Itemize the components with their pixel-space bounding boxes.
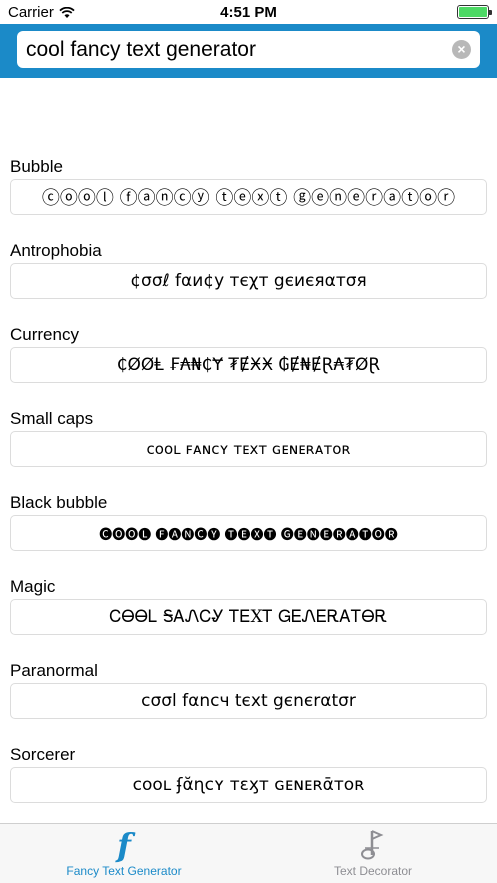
tab-fancy-text-generator[interactable]: f Fancy Text Generator (0, 824, 248, 883)
style-name: Magic (10, 577, 56, 596)
style-output[interactable]: ᏟᎾᎾᏞ ᎦᎪᏁᏟᎽ ᎢᎬXᎢ ᏀᎬᏁᎬᎡᎪᎢᎾᎡ (10, 599, 487, 635)
styles-list: Bubble ⓒⓞⓞⓛ ⓕⓐⓝⓒⓨ ⓣⓔⓧⓣ ⓖⓔⓝⓔⓡⓐⓣⓞⓡ Antroph… (0, 78, 497, 823)
decorator-icon (249, 828, 497, 862)
tab-bar: f Fancy Text Generator Text Decorator (0, 823, 497, 883)
search-bar: × (0, 24, 497, 78)
clear-icon[interactable]: × (452, 40, 471, 59)
search-input[interactable] (26, 31, 446, 68)
style-section-paranormal: Paranormal cσσl fαncч tєхt gєnєrαtσr (0, 661, 497, 745)
style-name: Small caps (10, 409, 94, 428)
style-section-small-caps: Small caps ᴄᴏᴏʟ ꜰᴀɴᴄʏ ᴛᴇxᴛ ɢᴇɴᴇʀᴀᴛᴏʀ (0, 409, 497, 493)
style-section-sorcerer: Sorcerer ᴄᴏᴏʟ ʄᾰɳᴄʏ ᴛɛӽᴛ ɢᴇɴᴇʀᾱᴛᴏʀ (0, 745, 497, 823)
style-name: Black bubble (10, 493, 108, 512)
style-output[interactable]: ₵ØØⱠ ₣₳₦₵Ɏ ₮ɆӾӾ ₲Ɇ₦ɆⱤ₳₮ØⱤ (10, 347, 487, 383)
style-section-magic: Magic ᏟᎾᎾᏞ ᎦᎪᏁᏟᎽ ᎢᎬXᎢ ᏀᎬᏁᎬᎡᎪᎢᎾᎡ (0, 577, 497, 661)
style-name: Paranormal (10, 661, 98, 680)
fancy-f-icon: f (117, 826, 131, 864)
style-output[interactable]: cσσl fαncч tєхt gєnєrαtσr (10, 683, 487, 719)
style-name: Currency (10, 325, 79, 344)
tab-text-decorator[interactable]: Text Decorator (249, 824, 497, 883)
search-box: × (17, 31, 480, 68)
status-bar: Carrier 4:51 PM (0, 0, 497, 24)
style-output[interactable]: 🅒🅞🅞🅛 🅕🅐🅝🅒🅨 🅣🅔🅧🅣 🅖🅔🅝🅔🅡🅐🅣🅞🅡 (10, 515, 487, 551)
style-name: Sorcerer (10, 745, 76, 764)
style-section-bubble: Bubble ⓒⓞⓞⓛ ⓕⓐⓝⓒⓨ ⓣⓔⓧⓣ ⓖⓔⓝⓔⓡⓐⓣⓞⓡ (0, 157, 497, 241)
style-name: Bubble (10, 157, 63, 176)
style-section-black-bubble: Black bubble 🅒🅞🅞🅛 🅕🅐🅝🅒🅨 🅣🅔🅧🅣 🅖🅔🅝🅔🅡🅐🅣🅞🅡 (0, 493, 497, 577)
style-name: Antrophobia (10, 241, 102, 260)
battery-icon (457, 5, 492, 19)
style-output[interactable]: ⓒⓞⓞⓛ ⓕⓐⓝⓒⓨ ⓣⓔⓧⓣ ⓖⓔⓝⓔⓡⓐⓣⓞⓡ (10, 179, 487, 215)
style-section-currency: Currency ₵ØØⱠ ₣₳₦₵Ɏ ₮ɆӾӾ ₲Ɇ₦ɆⱤ₳₮ØⱤ (0, 325, 497, 409)
tab-label: Fancy Text Generator (66, 864, 182, 878)
tab-label: Text Decorator (333, 864, 413, 878)
style-output[interactable]: ᴄᴏᴏʟ ʄᾰɳᴄʏ ᴛɛӽᴛ ɢᴇɴᴇʀᾱᴛᴏʀ (10, 767, 487, 803)
style-section-antrophobia: Antrophobia ¢σσℓ fαи¢у тєχт gєиєяαтσя (0, 241, 497, 325)
clock: 4:51 PM (220, 4, 277, 21)
style-output[interactable]: ᴄᴏᴏʟ ꜰᴀɴᴄʏ ᴛᴇxᴛ ɢᴇɴᴇʀᴀᴛᴏʀ (10, 431, 487, 467)
style-output[interactable]: ¢σσℓ fαи¢у тєχт gєиєяαтσя (10, 263, 487, 299)
